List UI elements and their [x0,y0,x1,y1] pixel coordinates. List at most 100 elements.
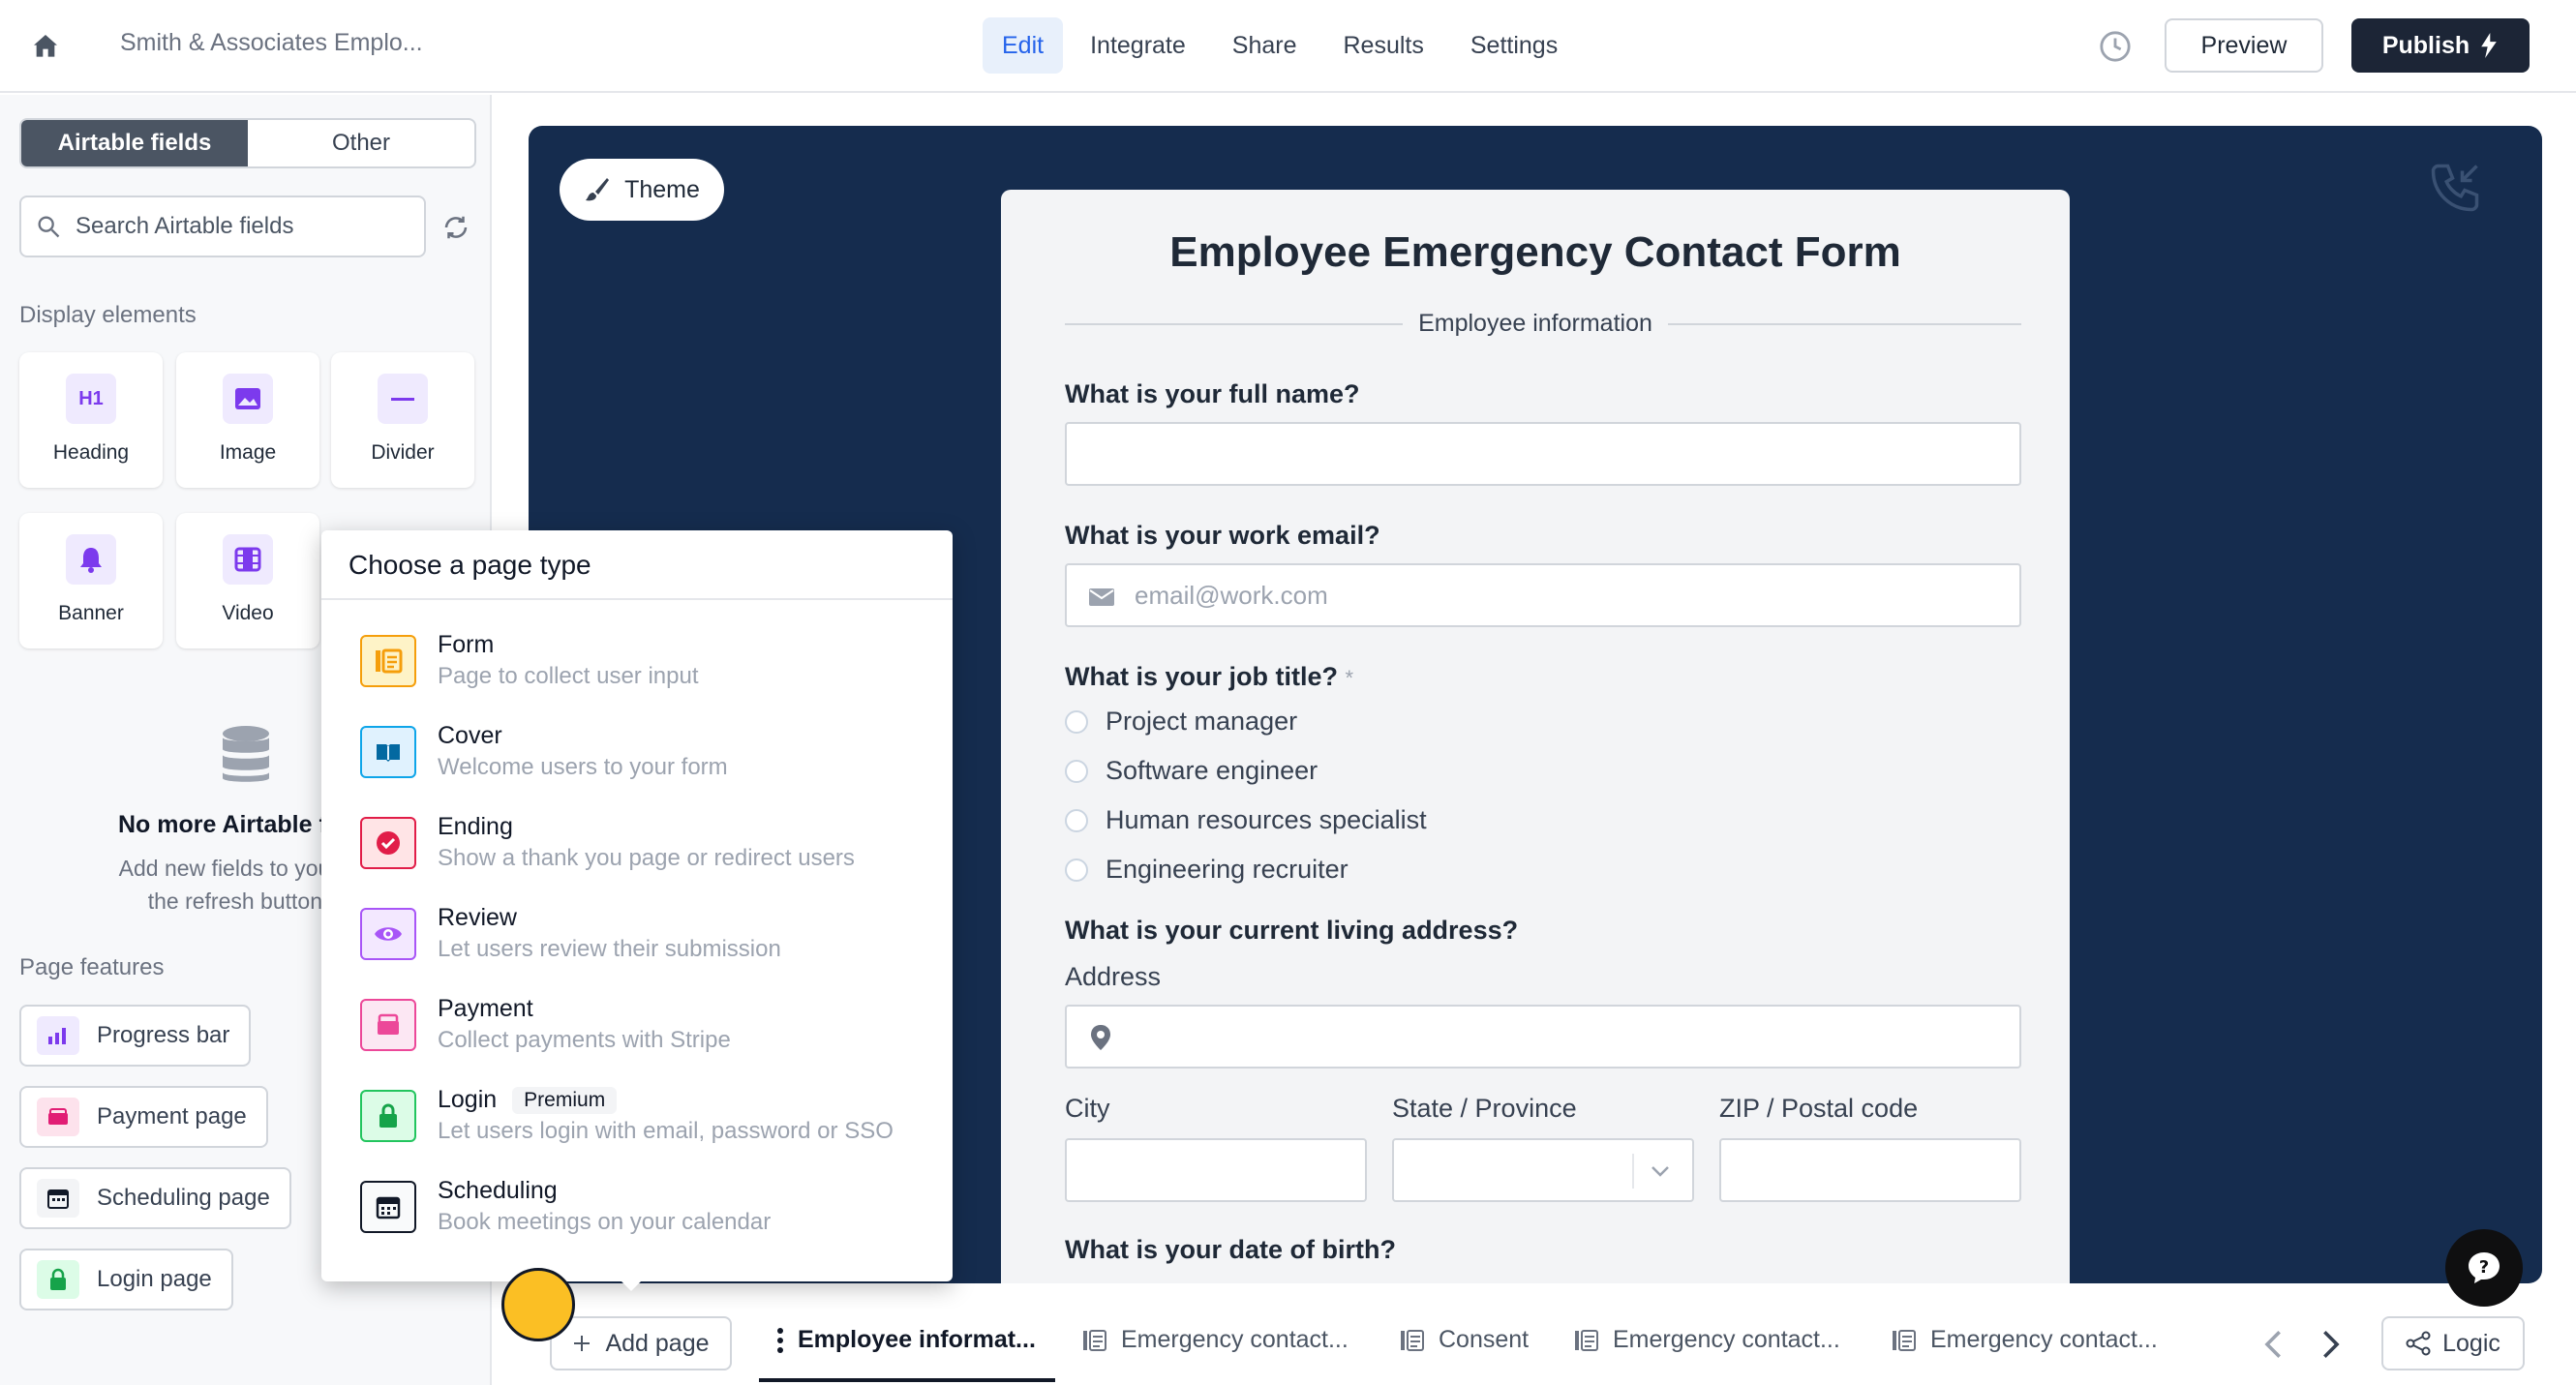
empty-state-title: No more Airtable fi [118,811,334,838]
page-type-desc: Show a thank you page or redirect users [438,845,855,871]
help-button[interactable]: ? [2445,1229,2523,1307]
page-type-name-row: Login Premium [438,1086,894,1114]
lock-icon [360,1090,416,1142]
tab-integrate[interactable]: Integrate [1071,17,1205,74]
page-tab-label: Emergency contact... [1613,1326,1840,1353]
search-input[interactable]: Search Airtable fields [19,196,426,257]
logic-button[interactable]: Logic [2381,1316,2525,1370]
question-dob[interactable]: What is your date of birth? [1065,1235,1396,1265]
element-divider[interactable]: Divider [331,352,474,488]
radio-button[interactable] [1065,759,1088,783]
chevron-down-icon [1652,1166,1669,1177]
page-type-login[interactable]: Login Premium Let users login with email,… [360,1086,894,1145]
radio-button[interactable] [1065,858,1088,882]
job-option[interactable]: Project manager [1065,707,1297,737]
radio-button[interactable] [1065,808,1088,832]
svg-text:?: ? [2479,1257,2489,1278]
segment-other[interactable]: Other [248,120,474,166]
section-title[interactable]: Employee information [1403,310,1668,337]
tab-share[interactable]: Share [1213,17,1317,74]
full-name-input[interactable] [1065,422,2021,486]
page-tab[interactable]: Consent [1400,1326,1529,1354]
display-elements-label: Display elements [19,302,197,328]
page-type-scheduling[interactable]: Scheduling Book meetings on your calendar [360,1177,771,1236]
city-input[interactable] [1065,1138,1367,1202]
email-placeholder: email@work.com [1135,581,1328,610]
job-option-label: Software engineer [1106,756,1318,785]
page-type-payment[interactable]: Payment Collect payments with Stripe [360,995,731,1054]
tab-results[interactable]: Results [1324,17,1443,74]
page-tab-label: Emergency contact... [1930,1326,2158,1353]
segment-airtable-fields[interactable]: Airtable fields [21,120,248,166]
database-icon [223,726,269,782]
theme-button[interactable]: Theme [560,159,724,221]
credit-card-icon [37,1098,79,1136]
element-video[interactable]: Video [176,513,319,648]
drag-handle-icon[interactable] [776,1327,784,1354]
address-input[interactable] [1065,1005,2021,1069]
feature-progress-bar-label: Progress bar [97,1022,230,1048]
add-page-button[interactable]: Add page [550,1316,732,1370]
element-heading[interactable]: H1 Heading [19,352,163,488]
feature-payment-page[interactable]: Payment page [19,1086,268,1148]
page-tab[interactable]: Emergency contact... [1892,1326,2158,1354]
element-heading-label: Heading [52,441,130,464]
select-separator [1632,1154,1634,1189]
publish-button[interactable]: Publish [2351,18,2530,73]
job-option[interactable]: Software engineer [1065,756,1318,786]
credit-card-icon [360,999,416,1051]
history-clock-icon[interactable] [2099,30,2132,63]
preview-button[interactable]: Preview [2165,18,2323,73]
page-tab[interactable]: Emergency contact... [1082,1326,1349,1354]
tab-edit[interactable]: Edit [983,17,1064,74]
phone-incoming-icon [2431,164,2479,212]
element-image-label: Image [219,441,277,464]
chevron-left-icon[interactable] [2259,1328,2288,1361]
question-full-name[interactable]: What is your full name? [1065,379,1360,409]
page-type-review[interactable]: Review Let users review their submission [360,904,781,963]
page-type-name: Login [438,1086,498,1113]
tab-settings[interactable]: Settings [1451,17,1577,74]
project-title[interactable]: Smith & Associates Emplo... [120,29,423,57]
active-tab-indicator [759,1378,1055,1382]
question-address[interactable]: What is your current living address? [1065,916,1518,946]
element-video-label: Video [222,602,274,624]
feature-scheduling-page[interactable]: Scheduling page [19,1167,291,1229]
page-tab[interactable]: Emergency contact... [1574,1326,1840,1354]
home-icon[interactable] [29,31,62,62]
job-option[interactable]: Human resources specialist [1065,805,1427,835]
feature-login-page[interactable]: Login page [19,1249,233,1310]
section-divider-text: Employee information [1001,310,2070,338]
question-job-title[interactable]: What is your job title? * [1065,662,1353,692]
refresh-icon[interactable] [441,213,470,242]
page-tab-label: Employee informat... [798,1326,1036,1353]
page-tab[interactable]: Employee informat... [776,1326,1036,1354]
feature-progress-bar[interactable]: Progress bar [19,1005,252,1067]
radio-button[interactable] [1065,709,1088,734]
job-option[interactable]: Engineering recruiter [1065,855,1349,885]
plus-icon [574,1336,591,1351]
logic-label: Logic [2442,1329,2500,1357]
element-image[interactable]: Image [176,352,319,488]
state-select[interactable] [1392,1138,1694,1202]
page-type-desc: Book meetings on your calendar [438,1209,772,1235]
publish-label: Publish [2381,31,2470,59]
element-banner[interactable]: Banner [19,513,163,648]
calendar-icon [37,1179,79,1218]
top-bar: Smith & Associates Emplo... Edit Integra… [0,0,2576,93]
chevron-right-icon[interactable] [2316,1328,2345,1361]
page-type-name: Payment [438,995,533,1022]
zip-label: ZIP / Postal code [1719,1094,1919,1123]
page-type-form[interactable]: Form Page to collect user input [360,631,699,690]
form-title[interactable]: Employee Emergency Contact Form [1001,228,2070,277]
work-email-input[interactable]: email@work.com [1065,563,2021,627]
form-page-icon [1575,1329,1598,1351]
page-type-cover[interactable]: Cover Welcome users to your form [360,722,728,781]
job-option-label: Human resources specialist [1106,805,1427,834]
zip-input[interactable] [1719,1138,2021,1202]
required-mark: * [1345,666,1354,690]
page-type-ending[interactable]: Ending Show a thank you page or redirect … [360,813,855,872]
envelope-icon [1089,588,1114,606]
heading-icon: H1 [66,374,116,424]
question-work-email[interactable]: What is your work email? [1065,521,1380,551]
